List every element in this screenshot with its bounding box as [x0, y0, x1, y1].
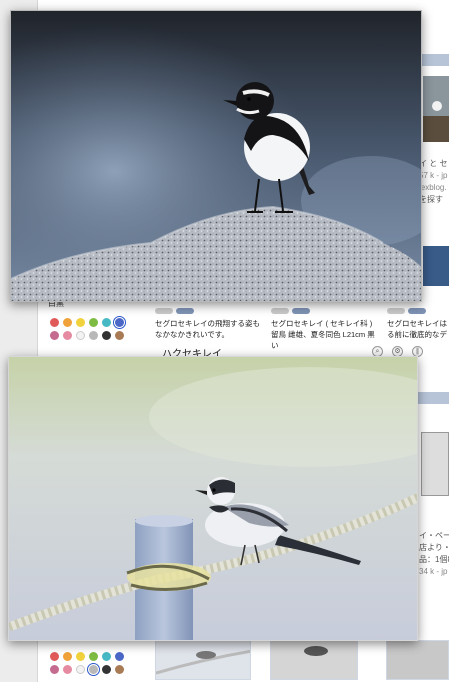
color-filter-swatches-2: [50, 652, 124, 676]
color-swatch[interactable]: [89, 331, 98, 340]
color-swatch[interactable]: [76, 665, 85, 674]
image-preview-popup-2[interactable]: [8, 356, 418, 641]
color-swatch[interactable]: [63, 665, 72, 674]
result-thumbnail-2[interactable]: [423, 246, 449, 286]
color-swatch[interactable]: [115, 331, 124, 340]
screen: イ と セ 57 k - jp lexblog. を探す イ・ペー 店より・ 品…: [0, 0, 449, 682]
result-thumbnail-5[interactable]: [270, 640, 358, 680]
result-thumbnail[interactable]: [423, 76, 449, 142]
result-caption: セグロセキレイの飛翔する姿もなかなかきれいです。: [155, 319, 260, 339]
result-thumbnail-6[interactable]: [386, 640, 449, 680]
color-swatch[interactable]: [115, 652, 124, 661]
result-item[interactable]: セグロセキレイは る前に徹底的なデ: [387, 308, 449, 340]
color-swatch[interactable]: [102, 331, 111, 340]
color-swatch[interactable]: [76, 318, 85, 327]
color-swatch[interactable]: [89, 318, 98, 327]
color-swatch[interactable]: [50, 331, 59, 340]
color-swatch[interactable]: [113, 316, 126, 329]
color-swatch[interactable]: [63, 318, 72, 327]
result-snippet: イ と セ 57 k - jp lexblog. を探す: [419, 159, 448, 204]
result-thumbnail-3[interactable]: [421, 432, 449, 496]
color-swatch[interactable]: [102, 652, 111, 661]
color-swatch[interactable]: [63, 652, 72, 661]
color-swatch[interactable]: [87, 663, 100, 676]
color-swatch[interactable]: [50, 652, 59, 661]
color-filter-swatches: [50, 316, 126, 340]
color-swatch[interactable]: [50, 318, 59, 327]
result-item[interactable]: セグロセキレイの飛翔する姿もなかなかきれいです。: [155, 308, 263, 340]
color-swatch[interactable]: [63, 331, 72, 340]
wagtail-on-rope-photo: [9, 357, 417, 640]
color-swatch[interactable]: [76, 331, 85, 340]
wagtail-on-rock-photo: [11, 11, 421, 301]
color-swatch[interactable]: [115, 665, 124, 674]
color-swatch[interactable]: [76, 652, 85, 661]
image-preview-popup[interactable]: [10, 10, 422, 302]
result-caption: セグロセキレイは る前に徹底的なデ: [387, 319, 447, 339]
color-swatch[interactable]: [102, 665, 111, 674]
color-swatch[interactable]: [102, 318, 111, 327]
result-snippet-2: イ・ペー 店より・ 品：1個84 34 k - jp: [419, 531, 449, 576]
result-thumbnail-4[interactable]: [155, 640, 251, 680]
color-swatch[interactable]: [89, 652, 98, 661]
color-swatch[interactable]: [50, 665, 59, 674]
